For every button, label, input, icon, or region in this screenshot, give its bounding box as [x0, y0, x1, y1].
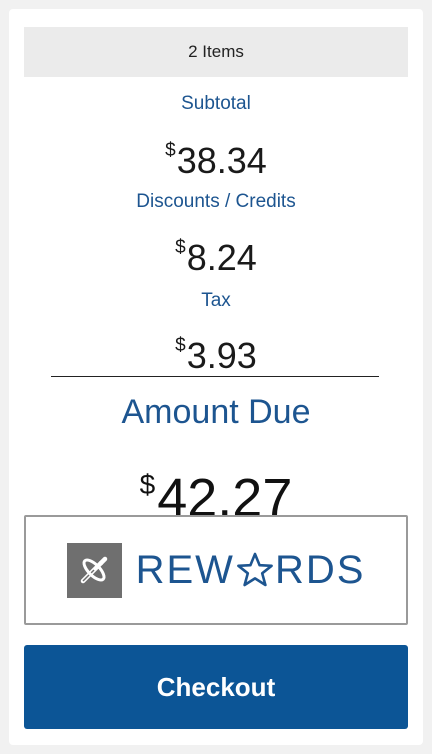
summary-divider: [51, 376, 379, 377]
tax-label: Tax: [201, 290, 231, 311]
rewards-text-start: REW: [135, 547, 235, 592]
amount-due-label: Amount Due: [121, 393, 311, 431]
checkout-button[interactable]: Checkout: [24, 645, 408, 729]
amount-due-currency: $: [139, 469, 156, 500]
rewards-logo-icon: [66, 542, 122, 598]
subtotal-currency: $: [165, 140, 176, 161]
items-count-label: 2 Items: [188, 42, 244, 61]
rewards-wordmark: REW RDS: [136, 548, 366, 593]
rewards-text-end: RDS: [274, 547, 366, 592]
discounts-label: Discounts / Credits: [136, 191, 296, 212]
tax-value: 3.93: [186, 335, 257, 376]
subtotal-amount: $38.34: [9, 131, 423, 181]
tax-amount: $3.93: [9, 326, 423, 376]
discounts-amount: $8.24: [9, 228, 423, 278]
subtotal-label: Subtotal: [181, 93, 251, 114]
items-count-bar: 2 Items: [24, 27, 408, 77]
star-icon: [236, 552, 274, 588]
checkout-label: Checkout: [156, 671, 276, 702]
subtotal-value: 38.34: [176, 140, 267, 181]
rewards-button[interactable]: REW RDS: [24, 515, 408, 625]
order-summary-card: 2 Items Subtotal $38.34 Discounts / Cred…: [9, 9, 423, 745]
tax-currency: $: [175, 335, 186, 356]
discounts-currency: $: [175, 237, 186, 258]
discounts-value: 8.24: [186, 237, 257, 278]
